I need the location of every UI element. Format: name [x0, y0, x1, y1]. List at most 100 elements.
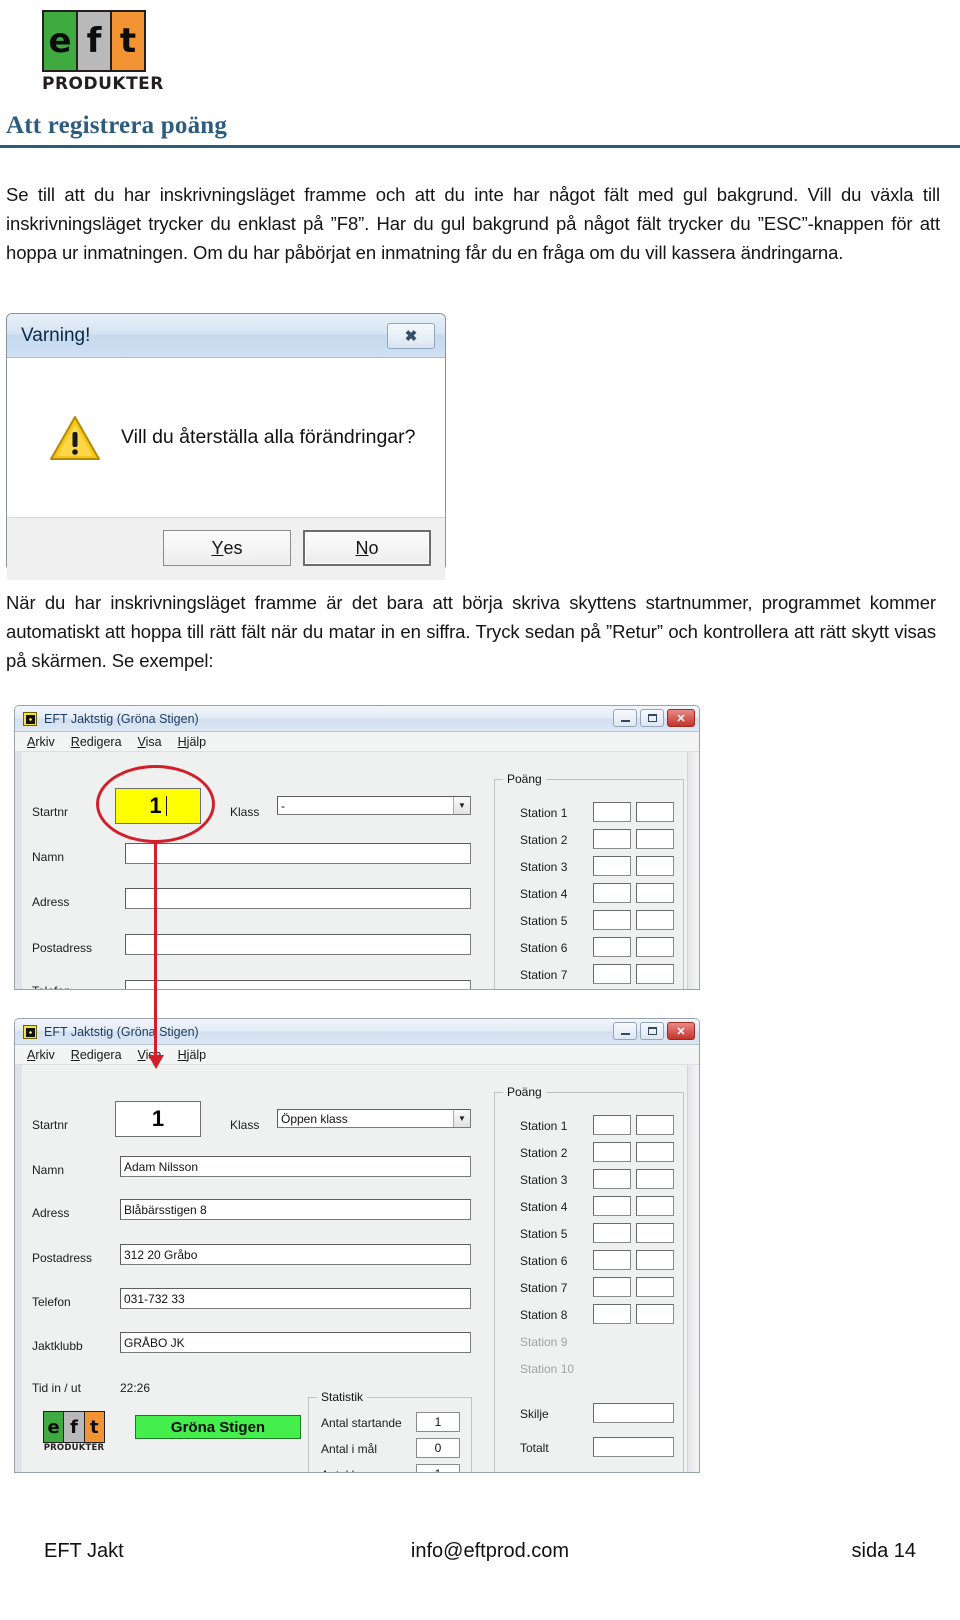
- jaktklubb-input[interactable]: GRÅBO JK: [120, 1332, 471, 1353]
- poang-station-input[interactable]: [636, 829, 674, 849]
- poang-totalt-label: Totalt: [520, 1441, 549, 1455]
- menu-redigera[interactable]: Redigera: [71, 735, 122, 749]
- window1-titlebar[interactable]: EFT Jaktstig (Gröna Stigen) ✕: [15, 706, 699, 732]
- poang-totalt-input[interactable]: [593, 1437, 674, 1457]
- startnr-input[interactable]: 1: [115, 788, 201, 824]
- menu-arkiv[interactable]: Arkiv: [27, 735, 55, 749]
- postadress-input[interactable]: 312 20 Gråbo: [120, 1244, 471, 1265]
- klass-combobox[interactable]: Öppen klass ▼: [277, 1109, 471, 1128]
- poang-station-input[interactable]: [636, 856, 674, 876]
- poang-station-input[interactable]: [636, 910, 674, 930]
- minimize-icon[interactable]: [613, 709, 637, 727]
- menu-hjalp[interactable]: Hjälp: [178, 735, 207, 749]
- chevron-down-icon[interactable]: ▼: [453, 1110, 470, 1127]
- window2-menubar: Arkiv Redigera Visa Hjälp: [15, 1045, 699, 1065]
- poang-station-input[interactable]: [636, 1277, 674, 1297]
- eft-window-filled: EFT Jaktstig (Gröna Stigen) ✕ Arkiv Redi…: [14, 1018, 700, 1473]
- close-icon[interactable]: ✕: [667, 709, 695, 727]
- yes-button[interactable]: Yes: [163, 530, 291, 566]
- poang-station-input[interactable]: [636, 883, 674, 903]
- namn-input[interactable]: [125, 843, 471, 864]
- label-telefon: Telefon: [32, 1295, 71, 1309]
- poang-station-input[interactable]: [593, 1169, 631, 1189]
- menu-visa[interactable]: Visa: [138, 735, 162, 749]
- app-icon: [23, 711, 37, 726]
- window2-titlebar[interactable]: EFT Jaktstig (Gröna Stigen) ✕: [15, 1019, 699, 1045]
- grona-stigen-button[interactable]: Gröna Stigen: [135, 1415, 301, 1439]
- poang-station-input[interactable]: [636, 1142, 674, 1162]
- klass-combobox[interactable]: - ▼: [277, 796, 471, 815]
- adress-input[interactable]: [125, 888, 471, 909]
- poang-station-input[interactable]: [593, 883, 631, 903]
- poang-station-input[interactable]: [636, 802, 674, 822]
- menu-hjalp[interactable]: Hjälp: [178, 1048, 207, 1062]
- eft-produkter-logo: e f t PRODUKTER: [42, 10, 163, 94]
- page-title: Att registrera poäng: [6, 112, 228, 139]
- poang-station-label: Station 4: [520, 887, 568, 901]
- yes-button-accel: Y: [211, 537, 224, 558]
- poang-station-input[interactable]: [636, 964, 674, 984]
- telefon-input[interactable]: [125, 980, 471, 989]
- statistik-row-value: 1: [416, 1464, 460, 1472]
- poang-station-input[interactable]: [593, 1304, 631, 1324]
- poang-station-input[interactable]: [593, 1196, 631, 1216]
- poang-station-input[interactable]: [593, 856, 631, 876]
- mini-logo-wordmark: PRODUKTER: [43, 1443, 105, 1453]
- poang-station-input[interactable]: [593, 1277, 631, 1297]
- poang-station-label: Station 2: [520, 833, 568, 847]
- poang-station-label: Station 3: [520, 860, 568, 874]
- poang-station-input[interactable]: [593, 1223, 631, 1243]
- menu-hjalp-accel: H: [177, 734, 187, 749]
- label-klass: Klass: [230, 805, 260, 819]
- statistik-row-value: 1: [416, 1412, 460, 1432]
- maximize-icon[interactable]: [640, 1022, 664, 1040]
- poang-station-input[interactable]: [636, 937, 674, 957]
- poang-station-input[interactable]: [593, 1115, 631, 1135]
- poang-legend: Poäng: [503, 772, 546, 786]
- label-postadress: Postadress: [32, 1251, 93, 1265]
- no-button-label: o: [368, 537, 379, 558]
- namn-input[interactable]: Adam Nilsson: [120, 1156, 471, 1177]
- menu-redigera-label: edigera: [79, 1047, 122, 1062]
- poang-station-input[interactable]: [593, 1250, 631, 1270]
- poang-station-input[interactable]: [636, 1223, 674, 1243]
- no-button[interactable]: No: [303, 530, 431, 566]
- menu-visa-accel: V: [137, 1047, 146, 1062]
- maximize-icon[interactable]: [640, 709, 664, 727]
- adress-input[interactable]: Blåbärsstigen 8: [120, 1199, 471, 1220]
- poang-station-input[interactable]: [636, 1115, 674, 1135]
- poang-station-input[interactable]: [636, 1304, 674, 1324]
- poang-station-input[interactable]: [593, 937, 631, 957]
- menu-arkiv-label: rkiv: [35, 1047, 55, 1062]
- dialog-titlebar: Varning! ✖: [7, 314, 445, 358]
- menu-arkiv[interactable]: Arkiv: [27, 1048, 55, 1062]
- poang-station-input[interactable]: [593, 829, 631, 849]
- label-adress: Adress: [32, 1206, 70, 1220]
- close-icon[interactable]: ✕: [667, 1022, 695, 1040]
- chevron-down-icon[interactable]: ▼: [453, 797, 470, 814]
- window1-menubar: Arkiv Redigera Visa Hjälp: [15, 732, 699, 752]
- poang-station-input[interactable]: [636, 1196, 674, 1216]
- title-divider: [0, 145, 960, 148]
- poang-station-input[interactable]: [593, 910, 631, 930]
- telefon-input[interactable]: 031-732 33: [120, 1288, 471, 1309]
- poang-skilje-input[interactable]: [593, 1403, 674, 1423]
- close-icon[interactable]: ✖: [387, 322, 435, 349]
- label-startnr: Startnr: [32, 1118, 69, 1132]
- minimize-icon[interactable]: [613, 1022, 637, 1040]
- label-tid: Tid in / ut: [32, 1381, 81, 1395]
- label-namn: Namn: [32, 1163, 65, 1177]
- statistik-row-label: Antal startande: [321, 1416, 402, 1430]
- poang-station-input[interactable]: [636, 1250, 674, 1270]
- poang-station-input[interactable]: [593, 964, 631, 984]
- poang-station-label: Station 8: [520, 1308, 568, 1322]
- postadress-input[interactable]: [125, 934, 471, 955]
- menu-redigera[interactable]: Redigera: [71, 1048, 122, 1062]
- window1-client: Startnr 1 Klass - ▼ Namn Adress Postadres…: [15, 752, 699, 989]
- warning-triangle-icon: [49, 415, 101, 461]
- poang-station-input[interactable]: [593, 802, 631, 822]
- poang-station-label: Station 7: [520, 968, 568, 982]
- startnr-input[interactable]: 1: [115, 1101, 201, 1137]
- poang-station-input[interactable]: [593, 1142, 631, 1162]
- poang-station-input[interactable]: [636, 1169, 674, 1189]
